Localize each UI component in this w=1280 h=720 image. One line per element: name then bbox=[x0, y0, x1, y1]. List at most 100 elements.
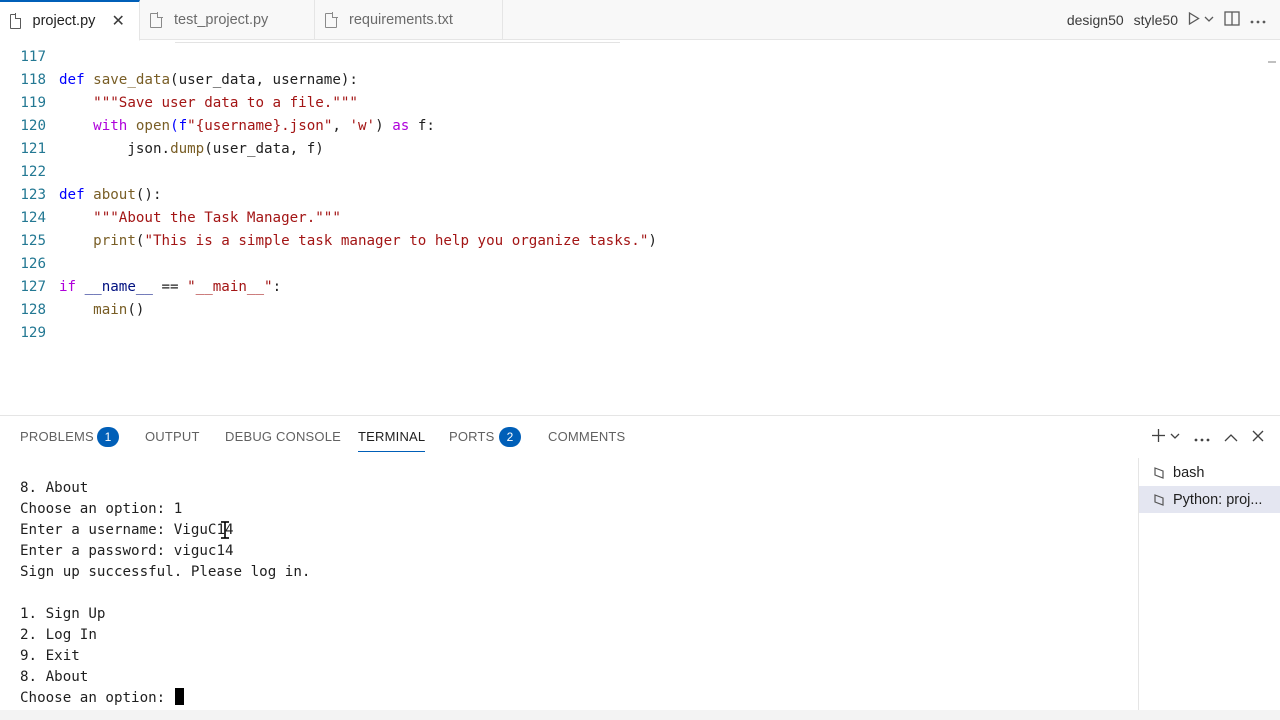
function-name: main bbox=[93, 302, 128, 318]
code-line: 126 bbox=[0, 253, 46, 276]
code-token: ) bbox=[375, 118, 393, 134]
keyword: as bbox=[392, 118, 410, 134]
code-line: 123 def about(): bbox=[0, 184, 162, 207]
close-icon[interactable]: ✕ bbox=[111, 11, 125, 31]
string: "This is a simple task manager to help y… bbox=[144, 233, 649, 249]
code-line: 121 json.dump(user_data, f) bbox=[0, 138, 324, 161]
line-number: 129 bbox=[20, 325, 46, 341]
style50-button[interactable]: style50 bbox=[1134, 12, 1178, 28]
code-line: 124 """About the Task Manager.""" bbox=[0, 207, 341, 230]
terminal-output[interactable]: 8. About Choose an option: 1 Enter a use… bbox=[0, 458, 1138, 720]
window-bottom-edge bbox=[0, 710, 1280, 720]
code-token: (user_data, username): bbox=[170, 72, 358, 88]
file-icon bbox=[10, 13, 21, 29]
code-text: """About the Task Manager.""" bbox=[46, 207, 341, 230]
run-icon[interactable] bbox=[1188, 11, 1200, 28]
code-text: print("This is a simple task manager to … bbox=[46, 230, 657, 253]
terminal-line: Enter a password: viguc14 bbox=[20, 543, 234, 559]
line-number: 118 bbox=[20, 72, 46, 88]
problems-count-badge: 1 bbox=[97, 427, 119, 447]
design50-button[interactable]: design50 bbox=[1067, 12, 1124, 28]
more-icon[interactable] bbox=[1250, 12, 1266, 27]
code-line: 122 bbox=[0, 161, 46, 184]
maximize-icon[interactable] bbox=[1224, 429, 1238, 446]
terminal-item-label: bash bbox=[1173, 464, 1205, 481]
code-token: () bbox=[127, 302, 145, 318]
code-line: 128 main() bbox=[0, 299, 144, 322]
tab-output[interactable]: OUTPUT bbox=[145, 416, 200, 458]
split-editor-icon[interactable] bbox=[1224, 10, 1240, 29]
terminal-line: Sign up successful. Please log in. bbox=[20, 564, 311, 580]
function-name: dump bbox=[170, 141, 205, 157]
tab-label: test_project.py bbox=[174, 12, 269, 28]
docstring: """Save user data to a file.""" bbox=[93, 95, 358, 111]
code-text: main() bbox=[46, 299, 144, 322]
ports-count-badge: 2 bbox=[499, 427, 521, 447]
keyword: if bbox=[59, 279, 77, 295]
function-name: print bbox=[93, 233, 136, 249]
code-line: 129 bbox=[0, 322, 46, 345]
terminal-line: Choose an option: 1 bbox=[20, 501, 183, 517]
line-number: 120 bbox=[20, 118, 46, 134]
tab-debug-console[interactable]: DEBUG CONSOLE bbox=[225, 416, 341, 458]
editor-actions: design50 style50 bbox=[1067, 0, 1280, 39]
code-token: f: bbox=[409, 118, 435, 134]
terminal-prompt-line[interactable]: Choose an option: bbox=[20, 688, 184, 709]
terminal-line: 1. Sign Up bbox=[20, 606, 106, 622]
line-number: 119 bbox=[20, 95, 46, 111]
tab-ports[interactable]: PORTS bbox=[449, 416, 495, 458]
text-cursor-icon bbox=[221, 521, 229, 539]
plus-icon[interactable] bbox=[1151, 428, 1166, 447]
line-number: 122 bbox=[20, 164, 46, 180]
line-number: 117 bbox=[20, 49, 46, 65]
panel-actions bbox=[1151, 416, 1264, 458]
code-line: 117 bbox=[0, 46, 46, 69]
editor-tab-bar: project.py ✕ test_project.py requirement… bbox=[0, 0, 1280, 41]
tab-terminal[interactable]: TERMINAL bbox=[358, 416, 426, 458]
code-text: def save_data(user_data, username): bbox=[46, 69, 358, 92]
keyword: def bbox=[59, 187, 85, 203]
terminal-item-bash[interactable]: bash bbox=[1139, 459, 1280, 486]
chevron-down-icon[interactable] bbox=[1204, 15, 1214, 25]
terminal-line: 8. About bbox=[20, 669, 89, 685]
close-icon[interactable] bbox=[1252, 429, 1264, 446]
terminal-line: Enter a username: ViguC14 bbox=[20, 522, 234, 538]
terminal-line: 9. Exit bbox=[20, 648, 80, 664]
terminal-item-label: Python: proj... bbox=[1173, 491, 1263, 508]
terminal-icon bbox=[1154, 466, 1164, 479]
code-token: (f bbox=[170, 118, 188, 134]
terminal-list: bash Python: proj... bbox=[1138, 458, 1280, 720]
code-text: def about(): bbox=[46, 184, 162, 207]
code-text: if __name__ == "__main__": bbox=[46, 276, 281, 299]
code-token: json. bbox=[127, 141, 171, 157]
code-token: == bbox=[161, 279, 188, 295]
chevron-down-icon[interactable] bbox=[1170, 432, 1180, 443]
code-token: : bbox=[272, 279, 282, 295]
more-icon[interactable] bbox=[1194, 429, 1210, 446]
code-text: json.dump(user_data, f) bbox=[46, 138, 324, 161]
code-token: (user_data, f) bbox=[204, 141, 324, 157]
line-number: 123 bbox=[20, 187, 46, 203]
file-icon bbox=[325, 12, 338, 28]
terminal-item-python[interactable]: Python: proj... bbox=[1139, 486, 1280, 513]
keyword: with bbox=[93, 118, 128, 134]
code-editor[interactable]: 117 118 def save_data(user_data, username… bbox=[0, 41, 1280, 415]
scrollbar-marker bbox=[1268, 61, 1276, 63]
line-number: 121 bbox=[20, 141, 46, 157]
tab-test-project-py[interactable]: test_project.py bbox=[140, 0, 315, 40]
tab-project-py[interactable]: project.py ✕ bbox=[0, 0, 140, 41]
code-text: """Save user data to a file.""" bbox=[46, 92, 358, 115]
terminal-icon bbox=[1154, 493, 1164, 506]
code-token: ) bbox=[648, 233, 657, 249]
tab-comments[interactable]: COMMENTS bbox=[548, 416, 625, 458]
code-line: 119 """Save user data to a file.""" bbox=[0, 92, 358, 115]
line-number: 126 bbox=[20, 256, 46, 272]
keyword: def bbox=[59, 72, 85, 88]
code-line: 118 def save_data(user_data, username): bbox=[0, 69, 358, 92]
tab-problems[interactable]: PROBLEMS bbox=[20, 416, 94, 458]
tab-requirements-txt[interactable]: requirements.txt bbox=[315, 0, 503, 40]
scrolled-line-remnant bbox=[175, 41, 620, 43]
code-line: 127 if __name__ == "__main__": bbox=[0, 276, 281, 299]
line-number: 128 bbox=[20, 302, 46, 318]
terminal-line: 8. About bbox=[20, 480, 89, 496]
